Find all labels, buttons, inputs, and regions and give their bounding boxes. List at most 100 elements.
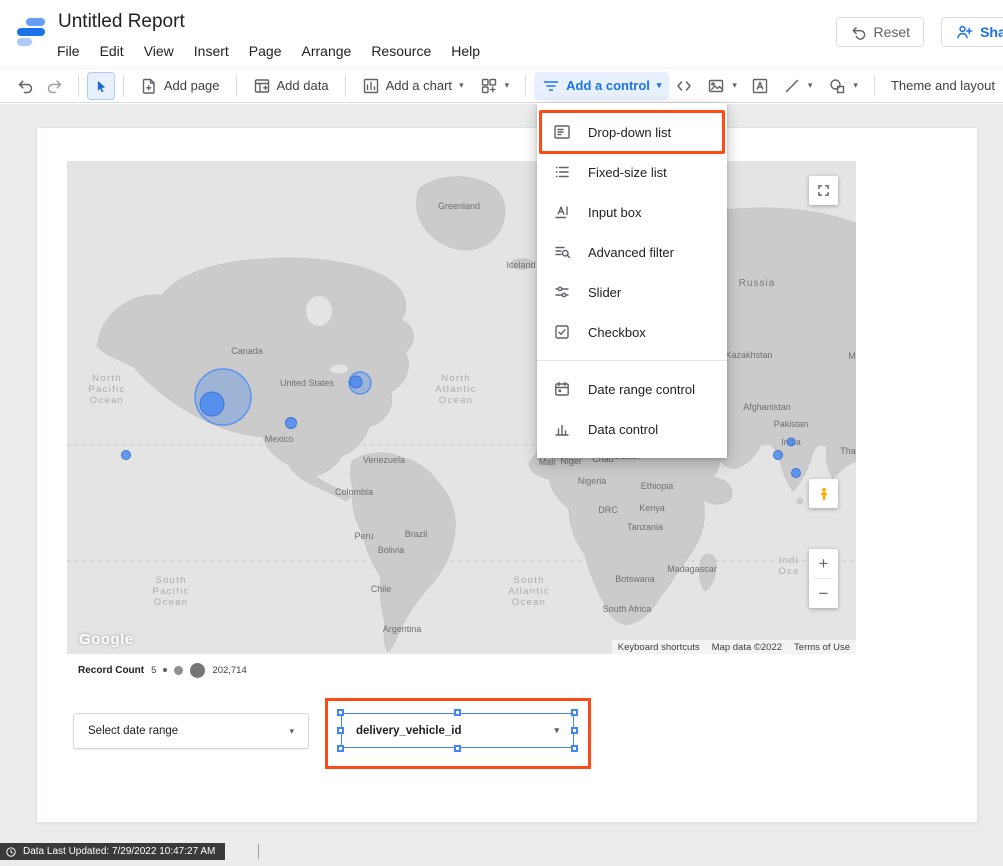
date-range-control[interactable]: Select date range ▾ <box>73 713 309 749</box>
menu-item-date-range-control[interactable]: Date range control <box>537 369 727 409</box>
add-page-label: Add page <box>164 78 220 93</box>
header-actions: Reset Share <box>836 17 1003 47</box>
report-title[interactable]: Untitled Report <box>58 11 185 33</box>
share-label: Share <box>980 24 1003 40</box>
map-bubble[interactable] <box>200 392 224 416</box>
add-page-button[interactable]: Add page <box>132 72 228 100</box>
menu-edit[interactable]: Edit <box>90 40 134 62</box>
map-label: DRC <box>598 505 618 515</box>
vehicle-dropdown-control[interactable]: delivery_vehicle_id ▾ <box>341 713 574 748</box>
add-data-icon <box>253 77 271 95</box>
map-label: Venezuela <box>363 455 405 465</box>
status-bar-divider <box>258 844 259 859</box>
embed-code-icon <box>675 77 693 95</box>
line-tool-button[interactable]: ▾ <box>775 72 821 100</box>
menu-item-fixed-size-list[interactable]: Fixed-size list <box>537 152 727 192</box>
menu-item-input-box[interactable]: Input box <box>537 192 727 232</box>
menu-help[interactable]: Help <box>441 40 490 62</box>
map-bubble[interactable] <box>792 469 801 478</box>
line-icon <box>783 77 801 95</box>
shape-tool-button[interactable]: ▾ <box>820 72 866 100</box>
menu-item-data-control[interactable]: Data control <box>537 409 727 449</box>
street-view-pegman-button[interactable] <box>809 479 838 508</box>
add-control-menu: Drop-down listFixed-size list Input box Ad… <box>537 103 727 458</box>
embed-url-button[interactable] <box>669 72 699 100</box>
menu-page[interactable]: Page <box>239 40 292 62</box>
legend-max-value: 202,714 <box>212 665 246 676</box>
text-box-button[interactable] <box>745 72 775 100</box>
map-label: Chile <box>371 584 392 594</box>
menu-item-label: Input box <box>588 205 642 220</box>
resize-handle[interactable] <box>571 709 578 716</box>
date-range-label: Select date range <box>88 725 178 737</box>
legend-metric-label: Record Count <box>78 665 144 676</box>
map-bubble[interactable] <box>286 418 297 429</box>
map-bubble[interactable] <box>774 451 783 460</box>
undo-button[interactable] <box>10 72 40 100</box>
resize-handle[interactable] <box>571 745 578 752</box>
resize-handle[interactable] <box>454 745 461 752</box>
zoom-in-button[interactable]: + <box>809 549 838 578</box>
dropdown-arrow-icon: ▾ <box>289 726 294 737</box>
filter-list-icon <box>542 77 560 95</box>
select-tool-button[interactable] <box>87 72 115 100</box>
last-updated-icon <box>5 846 17 858</box>
map-label: Pakistan <box>774 419 809 429</box>
menu-resource[interactable]: Resource <box>361 40 441 62</box>
attribution-keyboard-shortcuts[interactable]: Keyboard shortcuts <box>618 642 700 653</box>
menu-item-drop-down-list[interactable]: Drop-down list <box>537 112 727 152</box>
menu-item-advanced-filter[interactable]: Advanced filter <box>537 232 727 272</box>
map-bubble[interactable] <box>787 438 795 446</box>
last-updated-text: Data Last Updated: 7/29/2022 10:47:27 AM <box>23 846 215 857</box>
add-control-button[interactable]: Add a control ▾ <box>534 72 669 100</box>
chevron-down-icon: ▾ <box>459 80 464 91</box>
slider-icon <box>552 282 572 302</box>
map-label: Brazil <box>405 529 428 539</box>
menu-item-label: Checkbox <box>588 325 646 340</box>
chevron-down-icon: ▾ <box>657 80 662 91</box>
add-chart-button[interactable]: Add a chart ▾ <box>354 72 472 100</box>
attribution-terms-of-use[interactable]: Terms of Use <box>794 642 850 653</box>
chevron-down-icon: ▾ <box>505 80 510 91</box>
zoom-out-button[interactable]: − <box>809 579 838 608</box>
map-label: Colombia <box>335 487 373 497</box>
community-visualizations-button[interactable]: ▾ <box>472 72 518 100</box>
map-bubble[interactable] <box>122 451 131 460</box>
menu-view[interactable]: View <box>134 40 184 62</box>
data-freshness-bar[interactable]: Data Last Updated: 7/29/2022 10:47:27 AM <box>0 843 225 860</box>
vehicle-dropdown-label: delivery_vehicle_id <box>356 725 461 737</box>
resize-handle[interactable] <box>337 727 344 734</box>
report-page[interactable]: GreenlandIcelandCanadaUnited StatesMexic… <box>36 127 978 823</box>
resize-handle[interactable] <box>337 709 344 716</box>
menu-item-checkbox[interactable]: Checkbox <box>537 312 727 352</box>
add-page-icon <box>140 77 158 95</box>
theme-and-layout-button[interactable]: Theme and layout <box>883 72 1003 100</box>
resize-handle[interactable] <box>454 709 461 716</box>
reset-icon <box>850 24 867 41</box>
undo-icon <box>16 77 34 95</box>
map-label: Bolivia <box>378 545 405 555</box>
insert-image-button[interactable]: ▾ <box>699 72 745 100</box>
menu-item-label: Data control <box>588 422 658 437</box>
resize-handle[interactable] <box>571 727 578 734</box>
reset-button[interactable]: Reset <box>836 17 925 47</box>
menu-arrange[interactable]: Arrange <box>292 40 362 62</box>
map-label: NorthAtlanticOcean <box>435 373 477 406</box>
resize-handle[interactable] <box>337 745 344 752</box>
add-data-button[interactable]: Add data <box>245 72 337 100</box>
advanced-filter-icon <box>552 242 572 262</box>
add-data-label: Add data <box>277 78 329 93</box>
menu-insert[interactable]: Insert <box>184 40 239 62</box>
add-chart-label: Add a chart <box>386 78 453 93</box>
geo-bubble-map[interactable]: GreenlandIcelandCanadaUnited StatesMexic… <box>67 161 856 654</box>
menu-item-slider[interactable]: Slider <box>537 272 727 312</box>
toolbar-separator <box>78 75 79 97</box>
map-label: Iceland <box>506 260 535 270</box>
fullscreen-icon <box>816 183 831 198</box>
redo-button[interactable] <box>40 72 70 100</box>
google-watermark: Google <box>79 631 134 648</box>
map-fullscreen-button[interactable] <box>809 176 838 205</box>
map-bubble[interactable] <box>350 376 362 388</box>
menu-file[interactable]: File <box>47 40 90 62</box>
share-button[interactable]: Share <box>941 17 1003 47</box>
